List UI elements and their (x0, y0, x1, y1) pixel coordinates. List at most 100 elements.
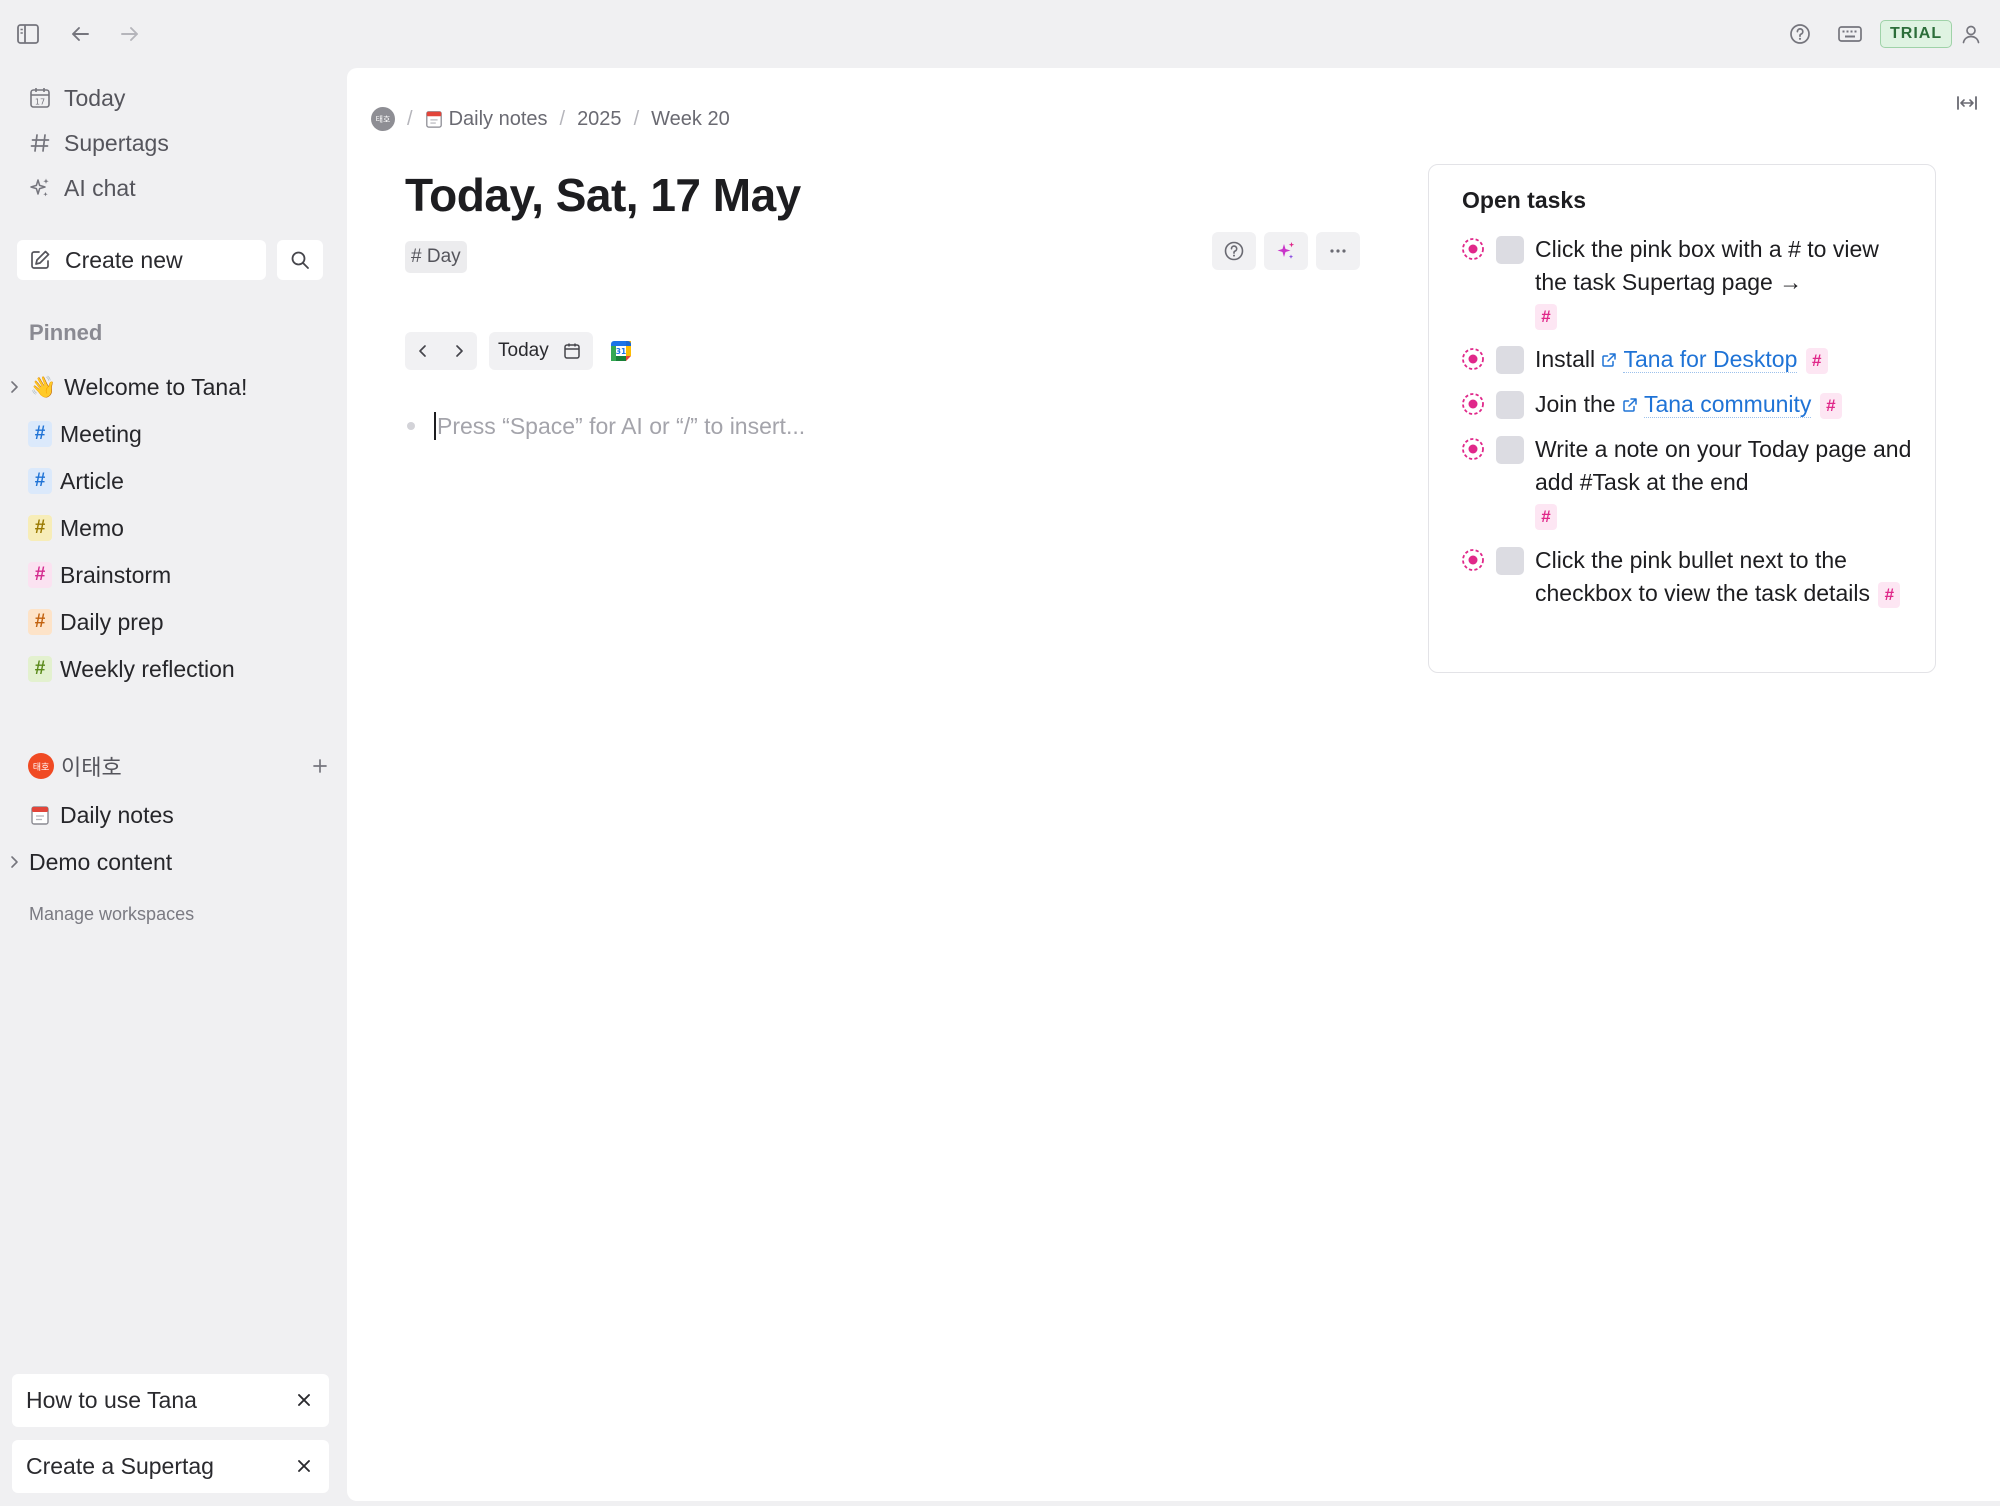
page-title[interactable]: Today, Sat, 17 May (405, 168, 801, 222)
sidebar: 17 Today Supertags AI chat Create new Pi… (0, 68, 346, 1506)
breadcrumb-item-week[interactable]: Week 20 (651, 108, 730, 131)
editor-empty-node[interactable]: Press “Space” for AI or “/” to insert... (407, 404, 805, 448)
chevron-right-icon[interactable] (0, 380, 28, 394)
task-text[interactable]: Write a note on your Today page and add … (1535, 433, 1915, 532)
main-panel: 태호 / Daily notes / 2025 / Week 20 Today,… (347, 68, 2000, 1501)
node-bullet[interactable] (407, 422, 415, 430)
task-bullet-icon[interactable] (1461, 437, 1485, 461)
pinned-item-label: Welcome to Tana! (64, 373, 248, 400)
manage-workspaces-link[interactable]: Manage workspaces (29, 904, 194, 925)
pinned-item-memo[interactable]: # Memo (0, 508, 340, 548)
supertag-hash-icon: # (28, 562, 52, 588)
help-button[interactable] (1212, 232, 1256, 270)
task-supertag-hash[interactable]: # (1805, 347, 1828, 374)
calendar-icon: 17 (20, 86, 60, 110)
date-navigation: Today 31 (405, 332, 633, 370)
expand-width-icon[interactable] (1952, 88, 1982, 118)
breadcrumb-separator: / (407, 107, 413, 130)
add-workspace-icon[interactable] (312, 758, 328, 774)
tana-desktop-link[interactable]: Tana for Desktop (1623, 346, 1798, 373)
task-text-content: Click the pink bullet next to the checkb… (1535, 547, 1870, 606)
task-supertag-hash[interactable]: # (1819, 392, 1842, 419)
more-horizontal-icon (1328, 248, 1348, 254)
waving-hand-icon: 👋 (30, 374, 57, 399)
task-bullet-icon[interactable] (1461, 548, 1485, 572)
close-icon[interactable] (293, 1389, 315, 1411)
help-card-how-to-use[interactable]: How to use Tana (12, 1374, 329, 1427)
day-supertag-badge[interactable]: # Day (405, 241, 467, 273)
pinned-item-welcome[interactable]: 👋 Welcome to Tana! (0, 367, 340, 407)
date-arrows (405, 332, 477, 370)
create-new-button[interactable]: Create new (17, 240, 266, 280)
pinned-heading: Pinned (29, 320, 103, 345)
task-checkbox[interactable] (1496, 436, 1524, 464)
task-bullet-icon[interactable] (1461, 392, 1485, 416)
task-supertag-hash[interactable]: # (1878, 581, 1901, 608)
task-supertag-hash[interactable]: # (1535, 503, 1557, 530)
help-icon[interactable] (1780, 14, 1820, 54)
breadcrumb-item-year[interactable]: 2025 (577, 108, 622, 131)
workspace-name: 이태호 (61, 756, 122, 781)
help-icon (1223, 240, 1245, 262)
next-day-button[interactable] (441, 332, 477, 370)
help-card-create-supertag[interactable]: Create a Supertag (12, 1440, 329, 1493)
supertag-hash-icon: # (28, 609, 52, 635)
task-text[interactable]: Click the pink box with a # to view the … (1535, 233, 1915, 332)
task-text[interactable]: Click the pink bullet next to the checkb… (1535, 544, 1915, 610)
close-icon[interactable] (293, 1455, 315, 1477)
breadcrumb: 태호 / Daily notes / 2025 / Week 20 (371, 86, 730, 152)
daily-notes-icon (425, 109, 443, 129)
task-checkbox[interactable] (1496, 547, 1524, 575)
task-checkbox[interactable] (1496, 236, 1524, 264)
hash-icon (20, 132, 60, 154)
pinned-item-article[interactable]: # Article (0, 461, 340, 501)
task-bullet-icon[interactable] (1461, 237, 1485, 261)
sidebar-item-label: Supertags (64, 129, 169, 156)
google-calendar-icon[interactable]: 31 (609, 339, 633, 363)
task-text-content: Join the (1535, 391, 1622, 417)
trial-badge[interactable]: TRIAL (1880, 20, 1953, 48)
breadcrumb-item-daily-notes[interactable]: Daily notes (449, 108, 548, 131)
pinned-item-weekly-reflection[interactable]: # Weekly reflection (0, 649, 340, 689)
ai-button[interactable] (1264, 232, 1308, 270)
chevron-right-icon[interactable] (0, 855, 28, 869)
pinned-item-brainstorm[interactable]: # Brainstorm (0, 555, 340, 595)
user-icon[interactable] (1951, 14, 1991, 54)
workspace-avatar[interactable]: 태호 (371, 107, 395, 131)
help-card-label: How to use Tana (26, 1387, 197, 1413)
task-bullet-icon[interactable] (1461, 347, 1485, 371)
sidebar-item-ai-chat[interactable]: AI chat (20, 168, 136, 208)
more-options-button[interactable] (1316, 232, 1360, 270)
pinned-item-label: Meeting (60, 420, 142, 447)
pinned-item-label: Daily prep (60, 608, 164, 635)
search-button[interactable] (277, 240, 323, 280)
task-checkbox[interactable] (1496, 346, 1524, 374)
workspace-item-daily-notes[interactable]: Daily notes (0, 795, 340, 835)
sidebar-item-supertags[interactable]: Supertags (20, 123, 169, 163)
task-checkbox[interactable] (1496, 391, 1524, 419)
task-text[interactable]: Install Tana for Desktop # (1535, 343, 1915, 376)
forward-arrow-icon[interactable] (110, 14, 150, 54)
editor-placeholder[interactable]: Press “Space” for AI or “/” to insert... (437, 413, 805, 440)
sidebar-item-label: AI chat (64, 174, 136, 201)
toggle-sidebar-icon[interactable] (8, 14, 48, 54)
back-arrow-icon[interactable] (60, 14, 100, 54)
pinned-item-label: Memo (60, 514, 124, 541)
task-supertag-hash[interactable]: # (1535, 303, 1557, 330)
pinned-item-daily-prep[interactable]: # Daily prep (0, 602, 340, 642)
calendar-icon[interactable] (563, 342, 581, 360)
top-bar: TRIAL (0, 0, 2000, 68)
workspace-item-demo-content[interactable]: Demo content (0, 842, 340, 882)
supertag-hash-icon: # (28, 468, 52, 494)
pinned-item-label: Brainstorm (60, 561, 172, 588)
task-text[interactable]: Join the Tana community # (1535, 388, 1915, 421)
previous-day-button[interactable] (405, 332, 441, 370)
breadcrumb-separator: / (559, 107, 566, 130)
sidebar-item-today[interactable]: 17 Today (20, 78, 125, 118)
today-button[interactable]: Today (489, 332, 593, 370)
pinned-item-label: Article (60, 467, 124, 494)
pinned-item-meeting[interactable]: # Meeting (0, 414, 340, 454)
workspace-header[interactable]: 태호 이태호 (28, 748, 328, 784)
tana-community-link[interactable]: Tana community (1643, 391, 1812, 418)
keyboard-icon[interactable] (1830, 14, 1870, 54)
